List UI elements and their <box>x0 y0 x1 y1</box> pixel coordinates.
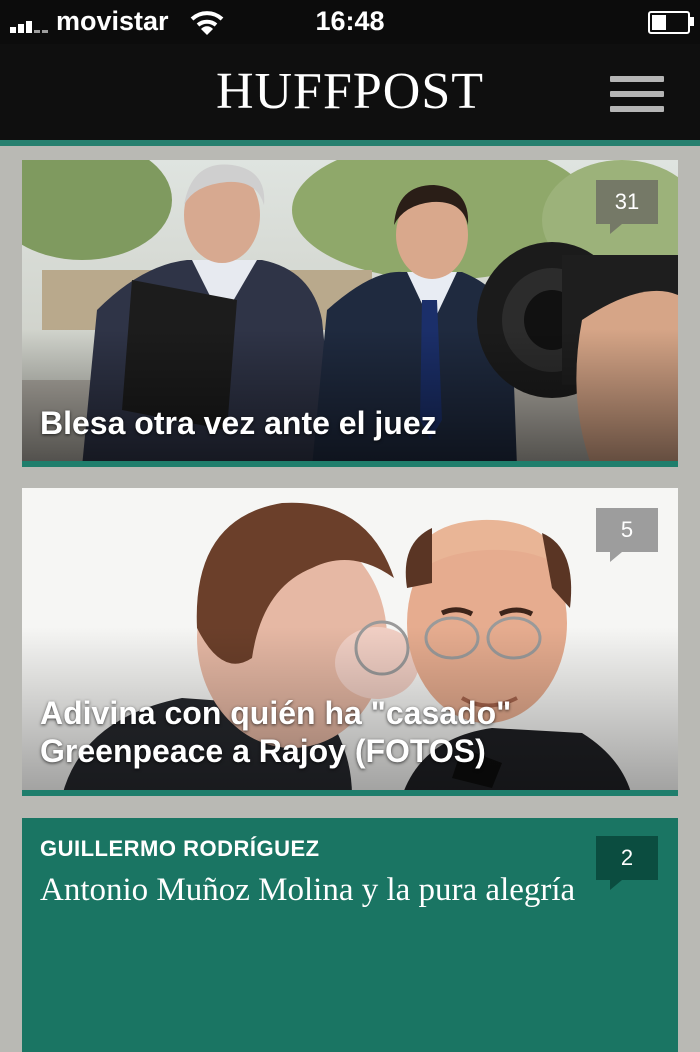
battery-icon <box>648 11 690 34</box>
article-card[interactable]: Adivina con quién ha "casado" Greenpeace… <box>22 488 678 796</box>
comment-bubble-icon[interactable]: 5 <box>596 508 658 562</box>
author-name[interactable]: GUILLERMO RODRÍGUEZ <box>40 836 320 862</box>
card-accent-bar <box>22 461 678 467</box>
clock: 16:48 <box>315 6 385 36</box>
article-title[interactable]: Adivina con quién ha "casado" Greenpeace… <box>40 694 660 770</box>
comment-bubble-icon[interactable]: 2 <box>596 836 658 890</box>
menu-icon[interactable] <box>610 74 666 114</box>
logo[interactable]: HUFFPOST <box>0 62 700 121</box>
opinion-title[interactable]: Antonio Muñoz Molina y la pura alegría <box>40 870 600 910</box>
card-accent-bar <box>22 790 678 796</box>
status-bar: movistar 16:48 <box>0 0 700 44</box>
article-title[interactable]: Blesa otra vez ante el juez <box>40 404 660 442</box>
opinion-card[interactable]: GUILLERMO RODRÍGUEZ Antonio Muñoz Molina… <box>22 818 678 1052</box>
article-card[interactable]: Blesa otra vez ante el juez 31 <box>22 160 678 467</box>
comment-bubble-icon[interactable]: 31 <box>596 180 658 234</box>
header-divider <box>0 140 700 146</box>
battery-tip <box>690 17 694 26</box>
header: HUFFPOST <box>0 44 700 140</box>
